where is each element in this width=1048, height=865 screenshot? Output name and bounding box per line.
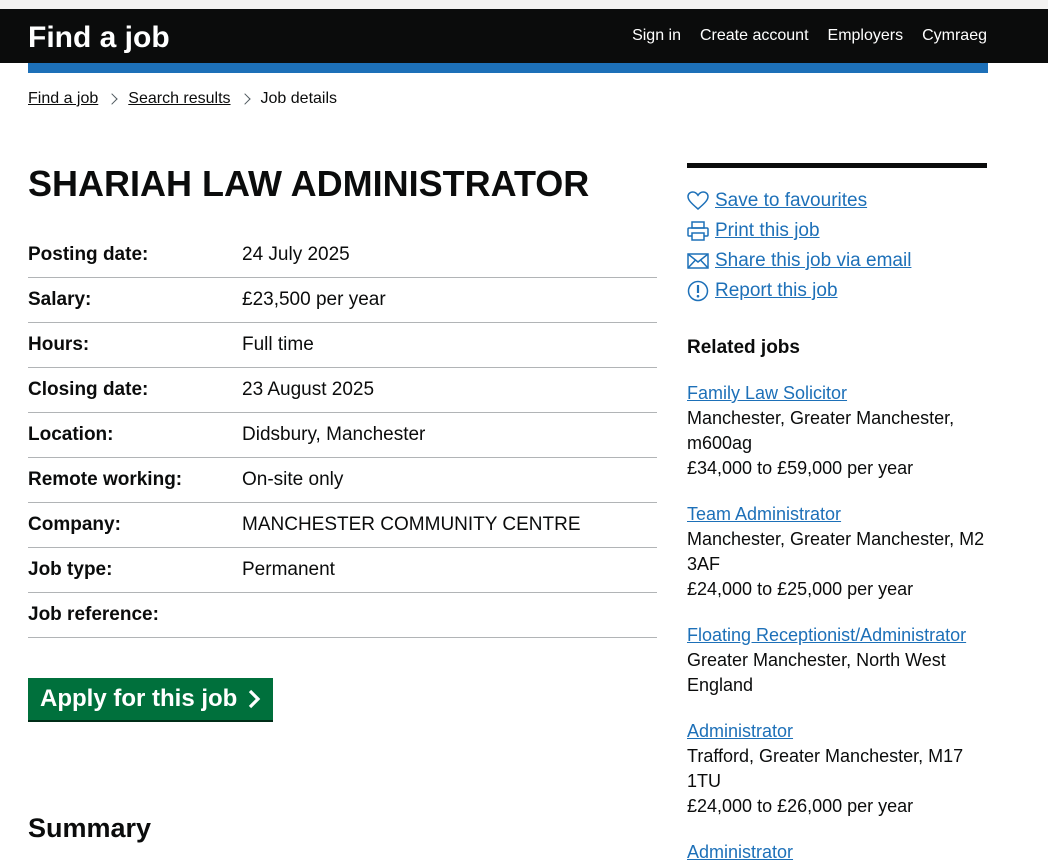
envelope-icon xyxy=(687,250,709,272)
related-job-salary: £24,000 to £25,000 per year xyxy=(687,579,914,599)
related-job-salary: £34,000 to £59,000 per year xyxy=(687,458,914,478)
printer-icon xyxy=(687,220,709,242)
action-share-email[interactable]: Share this job via email xyxy=(687,246,987,276)
detail-row-job-reference: Job reference: xyxy=(28,593,657,638)
detail-label: Location: xyxy=(28,424,114,445)
detail-row-remote-working: Remote working: On-site only xyxy=(28,458,657,503)
detail-label: Company: xyxy=(28,514,121,535)
alert-icon xyxy=(687,280,709,302)
related-job: Family Law Solicitor Manchester, Greater… xyxy=(687,381,987,481)
breadcrumb-find-a-job[interactable]: Find a job xyxy=(28,89,98,109)
nav-employers[interactable]: Employers xyxy=(828,26,904,46)
report-job-link[interactable]: Report this job xyxy=(715,280,838,302)
related-job-location: Greater Manchester, North West England xyxy=(687,650,946,695)
action-save-favourites[interactable]: Save to favourites xyxy=(687,186,987,216)
site-logo[interactable]: Find a job xyxy=(28,20,170,56)
related-job-title-link[interactable]: Floating Receptionist/Administrator xyxy=(687,623,987,648)
share-email-link[interactable]: Share this job via email xyxy=(715,250,911,272)
nav-create-account[interactable]: Create account xyxy=(700,26,809,46)
job-title: SHARIAH LAW ADMINISTRATOR xyxy=(28,163,590,204)
detail-label: Job reference: xyxy=(28,604,159,625)
breadcrumb-current: Job details xyxy=(260,90,338,107)
breadcrumb-search-results[interactable]: Search results xyxy=(128,89,230,109)
detail-label: Salary: xyxy=(28,289,92,310)
nav-sign-in[interactable]: Sign in xyxy=(632,26,681,46)
detail-label: Closing date: xyxy=(28,379,149,400)
related-jobs-heading: Related jobs xyxy=(687,337,800,358)
related-job-title-link[interactable]: Team Administrator xyxy=(687,502,987,527)
detail-value: 23 August 2025 xyxy=(242,379,375,400)
sidebar-divider xyxy=(687,163,987,168)
header-nav: Sign in Create account Employers Cymraeg xyxy=(632,26,987,46)
job-actions: Save to favourites Print this job Share … xyxy=(687,186,987,306)
detail-row-posting-date: Posting date: 24 July 2025 xyxy=(28,233,657,278)
detail-row-closing-date: Closing date: 23 August 2025 xyxy=(28,368,657,413)
nav-cymraeg[interactable]: Cymraeg xyxy=(922,26,987,46)
breadcrumb: Find a job Search results Job details xyxy=(28,89,337,109)
detail-row-company: Company: MANCHESTER COMMUNITY CENTRE xyxy=(28,503,657,548)
heart-icon xyxy=(687,190,709,212)
related-job-location: Manchester, Greater Manchester, m600ag xyxy=(687,408,955,453)
site-header: Find a job Sign in Create account Employ… xyxy=(0,9,1048,63)
detail-value: Full time xyxy=(242,334,314,355)
related-job: Administrator xyxy=(687,840,987,865)
save-favourites-link[interactable]: Save to favourites xyxy=(715,190,867,212)
detail-row-job-type: Job type: Permanent xyxy=(28,548,657,593)
detail-label: Job type: xyxy=(28,559,113,580)
breadcrumb-chevron-icon xyxy=(106,93,118,105)
action-print[interactable]: Print this job xyxy=(687,216,987,246)
related-job-location: Manchester, Greater Manchester, M2 3AF xyxy=(687,529,985,574)
print-job-link[interactable]: Print this job xyxy=(715,220,820,242)
apply-button-label: Apply for this job xyxy=(40,685,238,712)
related-job-title-link[interactable]: Administrator xyxy=(687,840,987,865)
action-report[interactable]: Report this job xyxy=(687,276,987,306)
detail-value: Didsbury, Manchester xyxy=(242,424,426,445)
related-job-title-link[interactable]: Administrator xyxy=(687,719,987,744)
detail-label: Posting date: xyxy=(28,244,149,265)
related-job: Administrator Trafford, Greater Manchest… xyxy=(687,719,987,819)
detail-label: Hours: xyxy=(28,334,90,355)
detail-value: MANCHESTER COMMUNITY CENTRE xyxy=(242,514,581,535)
job-details-list: Posting date: 24 July 2025 Salary: £23,5… xyxy=(28,233,657,638)
summary-heading: Summary xyxy=(28,813,152,843)
detail-row-location: Location: Didsbury, Manchester xyxy=(28,413,657,458)
detail-label: Remote working: xyxy=(28,469,183,490)
detail-row-hours: Hours: Full time xyxy=(28,323,657,368)
header-accent-bar xyxy=(28,63,988,73)
top-strip xyxy=(0,0,1048,9)
chevron-right-icon xyxy=(249,689,261,709)
related-job-salary: £24,000 to £26,000 per year xyxy=(687,796,914,816)
related-job: Team Administrator Manchester, Greater M… xyxy=(687,502,987,602)
detail-value: Permanent xyxy=(242,559,335,580)
related-job-title-link[interactable]: Family Law Solicitor xyxy=(687,381,987,406)
detail-row-salary: Salary: £23,500 per year xyxy=(28,278,657,323)
detail-value: 24 July 2025 xyxy=(242,244,350,265)
apply-button[interactable]: Apply for this job xyxy=(28,678,274,720)
breadcrumb-chevron-icon xyxy=(238,93,251,105)
related-job-location: Trafford, Greater Manchester, M17 1TU xyxy=(687,746,964,791)
sidebar: Save to favourites Print this job Share … xyxy=(687,163,987,865)
related-job: Floating Receptionist/Administrator Grea… xyxy=(687,623,987,698)
detail-value: £23,500 per year xyxy=(242,289,386,310)
detail-value: On-site only xyxy=(242,469,344,490)
